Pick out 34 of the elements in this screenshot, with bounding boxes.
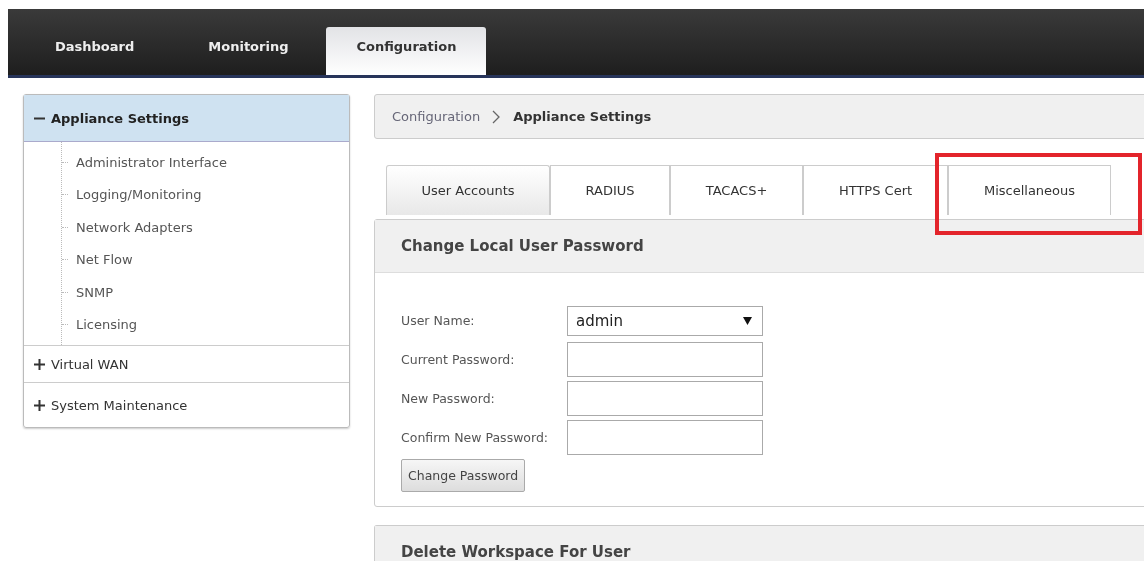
- field-label: User Name:: [401, 313, 476, 328]
- nav-tab[interactable]: Monitoring: [183, 27, 314, 75]
- field-label: Confirm New Password:: [401, 430, 550, 445]
- tree-item[interactable]: Logging/Monitoring: [76, 187, 202, 203]
- tree-item[interactable]: SNMP: [76, 284, 114, 300]
- tree-item[interactable]: Administrator Interface: [76, 154, 227, 170]
- tree-section[interactable]: System Maintenance: [24, 383, 349, 427]
- plus-icon: [34, 399, 45, 411]
- breadcrumb-current: Appliance Settings: [513, 109, 652, 124]
- tab[interactable]: User Accounts: [386, 165, 550, 215]
- tree-item[interactable]: Network Adapters: [76, 219, 193, 235]
- panel-title: Change Local User Password: [375, 220, 1144, 273]
- tree-section[interactable]: Virtual WAN: [24, 346, 349, 382]
- nav-tab[interactable]: Configuration: [326, 27, 487, 75]
- tree-item[interactable]: Net Flow: [76, 252, 133, 268]
- plus-icon: [34, 358, 45, 370]
- chevron-right-icon: [492, 109, 502, 124]
- dropdown-arrow-icon: [743, 316, 752, 325]
- field-label: Current Password:: [401, 352, 516, 367]
- tab[interactable]: Miscellaneous: [948, 165, 1111, 215]
- password-field[interactable]: [567, 420, 763, 455]
- nav-tab[interactable]: Dashboard: [30, 27, 160, 75]
- field-label: New Password:: [401, 391, 496, 406]
- tab[interactable]: RADIUS: [550, 165, 670, 215]
- change-password-button[interactable]: Change Password: [401, 459, 526, 492]
- panel-title: Delete Workspace For User: [375, 526, 1144, 561]
- tree-item[interactable]: Licensing: [76, 317, 138, 333]
- tab[interactable]: TACACS+: [670, 165, 803, 215]
- tab[interactable]: HTTPS Cert: [803, 165, 948, 215]
- password-field[interactable]: [567, 381, 763, 416]
- breadcrumb-link[interactable]: Configuration: [392, 109, 481, 124]
- tree-section[interactable]: Appliance Settings: [24, 95, 349, 142]
- password-field[interactable]: [567, 342, 763, 377]
- user-select[interactable]: admin: [567, 305, 763, 336]
